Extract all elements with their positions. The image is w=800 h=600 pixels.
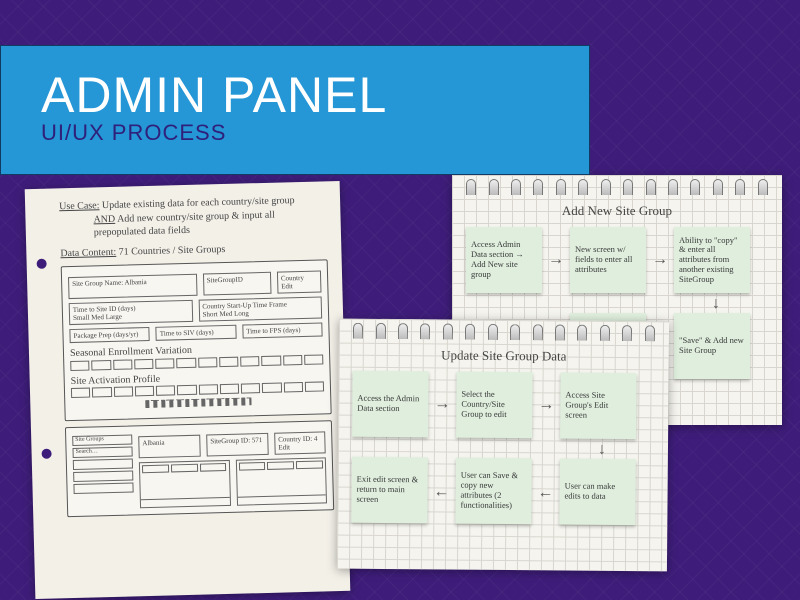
protocol-label: Package Prep (days/yr): [69, 327, 150, 343]
sidebar-header: Site Groups: [72, 434, 132, 446]
and-text: Add new country/site group & input all p…: [94, 209, 278, 238]
flow-step: Access Admin Data section → Add New site…: [466, 227, 542, 293]
data-content-label: Data Content:: [60, 246, 116, 258]
sidebar-list: Site Groups Search…: [72, 432, 134, 510]
wireframe-sketch: Use Case: Update existing data for each …: [25, 181, 351, 599]
and-label: AND: [93, 213, 115, 225]
startup-options: Short Med Long: [202, 308, 318, 319]
detail-edit: Edit: [278, 443, 321, 452]
usecase-label: Use Case:: [59, 200, 100, 212]
list-item: [73, 482, 133, 494]
arrow-icon: →: [652, 251, 668, 269]
flow-update-site-group: Update Site Group Data Access the Admin …: [337, 319, 669, 572]
flow-step: User can make edits to data: [559, 458, 636, 525]
title-banner: ADMIN PANEL UI/UX PROCESS: [0, 45, 590, 175]
page-title: ADMIN PANEL: [41, 66, 549, 124]
flow-step: Ability to "copy" & enter all attributes…: [674, 227, 750, 293]
fps-label: Time to FPS (days): [242, 322, 323, 338]
field-name-label: Site Group Name:: [72, 279, 123, 288]
flow-step: "Save" & Add new Site Group: [674, 313, 750, 379]
field-sitegroupid: SiteGroupID: [203, 272, 272, 296]
edit-label: Edit: [281, 282, 317, 291]
arrow-icon: ↓: [598, 441, 606, 459]
arrow-icon: ←: [434, 483, 450, 501]
arrow-icon: ←: [538, 484, 554, 502]
list-item: [73, 470, 133, 482]
arrow-icon: →: [538, 396, 554, 414]
flow-step: New screen w/ fields to enter all attrib…: [570, 227, 646, 293]
detail-countryid: Country ID: 4: [278, 435, 321, 444]
spiral-binding-icon: [462, 179, 772, 195]
flow-step: Exit edit screen & return to main screen: [351, 457, 428, 524]
detail-title: Albania: [138, 435, 200, 459]
detail-cards: [139, 457, 327, 508]
tear-line-icon: [65, 395, 330, 410]
arrow-icon: ↓: [712, 295, 720, 313]
wireframe-list-panel: Site Groups Search… Albania SiteGroup ID…: [65, 420, 334, 517]
flow-step: Access Site Group's Edit screen: [560, 373, 637, 440]
arrow-icon: →: [548, 251, 564, 269]
sidebar-search: Search…: [72, 446, 132, 458]
list-item: [73, 458, 133, 470]
size-options: Small Med Large: [73, 311, 189, 322]
wireframe-edit-panel: Site Group Name: Albania SiteGroupID Cou…: [61, 259, 332, 421]
data-content-text: 71 Countries / Site Groups: [119, 243, 226, 257]
siv-label: Time to SIV (days): [156, 325, 237, 341]
flow-step: Select the Country/Site Group to edit: [456, 372, 533, 439]
spiral-binding-icon: [349, 323, 659, 342]
detail-sitegroupid: SiteGroup ID: 571: [206, 433, 268, 457]
flow-step: User can Save & copy new attributes (2 f…: [455, 458, 532, 525]
arrow-icon: →: [434, 395, 450, 413]
flow-title-update: Update Site Group Data: [353, 347, 655, 366]
flow-title-add: Add New Site Group: [466, 203, 768, 219]
field-name-value: Albania: [124, 278, 146, 287]
flow-step: Access the Admin Data section: [352, 371, 429, 438]
